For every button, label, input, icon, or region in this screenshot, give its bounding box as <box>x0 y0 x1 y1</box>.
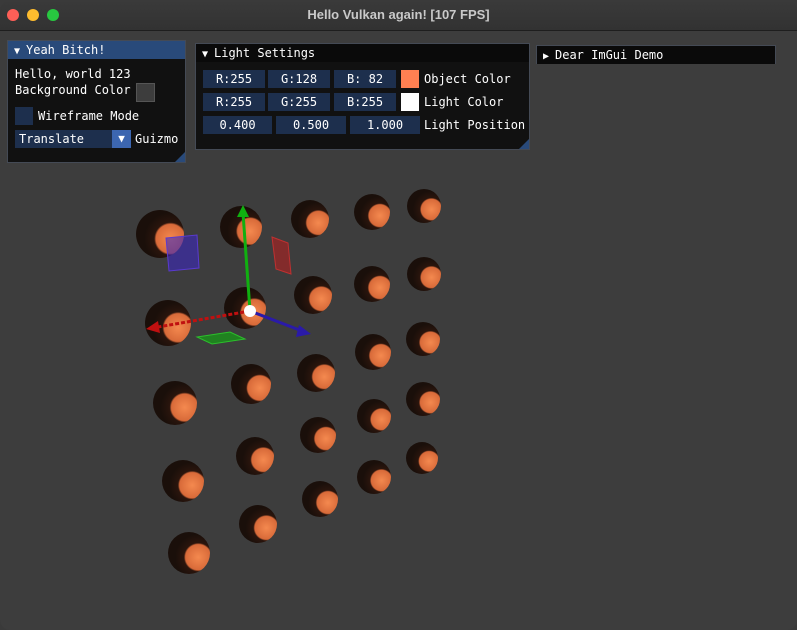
hello-text: Hello, world 123 <box>15 67 131 81</box>
collapse-arrow-icon[interactable]: ▼ <box>202 46 214 64</box>
yz-plane-handle[interactable] <box>271 236 292 275</box>
light-settings-panel: ▼ Light Settings R:255 G:128 B: 82 Object… <box>195 43 530 150</box>
object-color-swatch[interactable] <box>401 70 419 88</box>
sphere <box>291 200 329 238</box>
guizmo-mode-combo[interactable]: Translate ▼ <box>15 130 131 148</box>
sphere <box>236 437 274 475</box>
light-settings-title: Light Settings <box>214 46 316 60</box>
light-color-r-field[interactable]: R:255 <box>203 93 265 111</box>
xy-plane-handle[interactable] <box>165 234 200 272</box>
sphere <box>357 399 391 433</box>
main-panel: ▼ Yeah Bitch! Hello, world 123 Background… <box>7 40 186 163</box>
resize-grip[interactable] <box>175 152 185 162</box>
imgui-demo-title: Dear ImGui Demo <box>555 48 664 62</box>
light-position-z-field[interactable]: 1.000 <box>350 116 420 134</box>
resize-grip[interactable] <box>519 139 529 149</box>
light-position-label: Light Position <box>424 118 526 132</box>
title-bar[interactable]: Hello Vulkan again! [107 FPS] <box>0 0 797 31</box>
background-color-swatch[interactable] <box>136 83 155 102</box>
guizmo-label: Guizmo <box>135 132 179 146</box>
sphere <box>162 460 204 502</box>
light-color-label: Light Color <box>424 95 504 109</box>
collapse-arrow-icon[interactable]: ▼ <box>14 43 26 61</box>
sphere <box>407 257 441 291</box>
light-position-y-field[interactable]: 0.500 <box>276 116 346 134</box>
sphere <box>407 189 441 223</box>
xz-plane-handle[interactable] <box>195 331 247 345</box>
sphere <box>239 505 277 543</box>
wireframe-label: Wireframe Mode <box>38 109 140 123</box>
window-title: Hello Vulkan again! [107 FPS] <box>307 7 490 22</box>
main-panel-header[interactable]: ▼ Yeah Bitch! <box>8 41 185 59</box>
z-axis-arrow-icon[interactable] <box>296 325 311 337</box>
background-color-label: Background Color <box>15 83 131 97</box>
sphere <box>406 442 438 474</box>
light-settings-header[interactable]: ▼ Light Settings <box>196 44 529 62</box>
imgui-demo-panel: ▶ Dear ImGui Demo <box>536 45 776 64</box>
sphere <box>354 194 390 230</box>
light-color-swatch[interactable] <box>401 93 419 111</box>
object-color-r-field[interactable]: R:255 <box>203 70 265 88</box>
guizmo-mode-value: Translate <box>19 132 85 146</box>
light-color-g-field[interactable]: G:255 <box>268 93 330 111</box>
object-color-g-field[interactable]: G:128 <box>268 70 330 88</box>
main-panel-title: Yeah Bitch! <box>26 43 106 57</box>
sphere <box>354 266 390 302</box>
gizmo-center-handle[interactable] <box>244 305 256 317</box>
sphere <box>300 417 336 453</box>
light-color-b-field[interactable]: B:255 <box>334 93 396 111</box>
imgui-demo-header[interactable]: ▶ Dear ImGui Demo <box>537 46 775 64</box>
sphere <box>153 381 197 425</box>
sphere <box>355 334 391 370</box>
wireframe-checkbox[interactable] <box>15 107 33 125</box>
expand-arrow-icon[interactable]: ▶ <box>543 48 555 66</box>
sphere <box>294 276 332 314</box>
sphere <box>357 460 391 494</box>
object-color-label: Object Color <box>424 72 511 86</box>
sphere <box>406 382 440 416</box>
sphere <box>231 364 271 404</box>
object-color-b-field[interactable]: B: 82 <box>334 70 396 88</box>
chevron-down-icon[interactable]: ▼ <box>112 130 131 148</box>
sphere <box>297 354 335 392</box>
light-position-x-field[interactable]: 0.400 <box>203 116 272 134</box>
app-window: Hello Vulkan again! [107 FPS] ▼ Yeah Bitc… <box>0 0 797 630</box>
sphere <box>168 532 210 574</box>
sphere <box>302 481 338 517</box>
sphere <box>406 322 440 356</box>
